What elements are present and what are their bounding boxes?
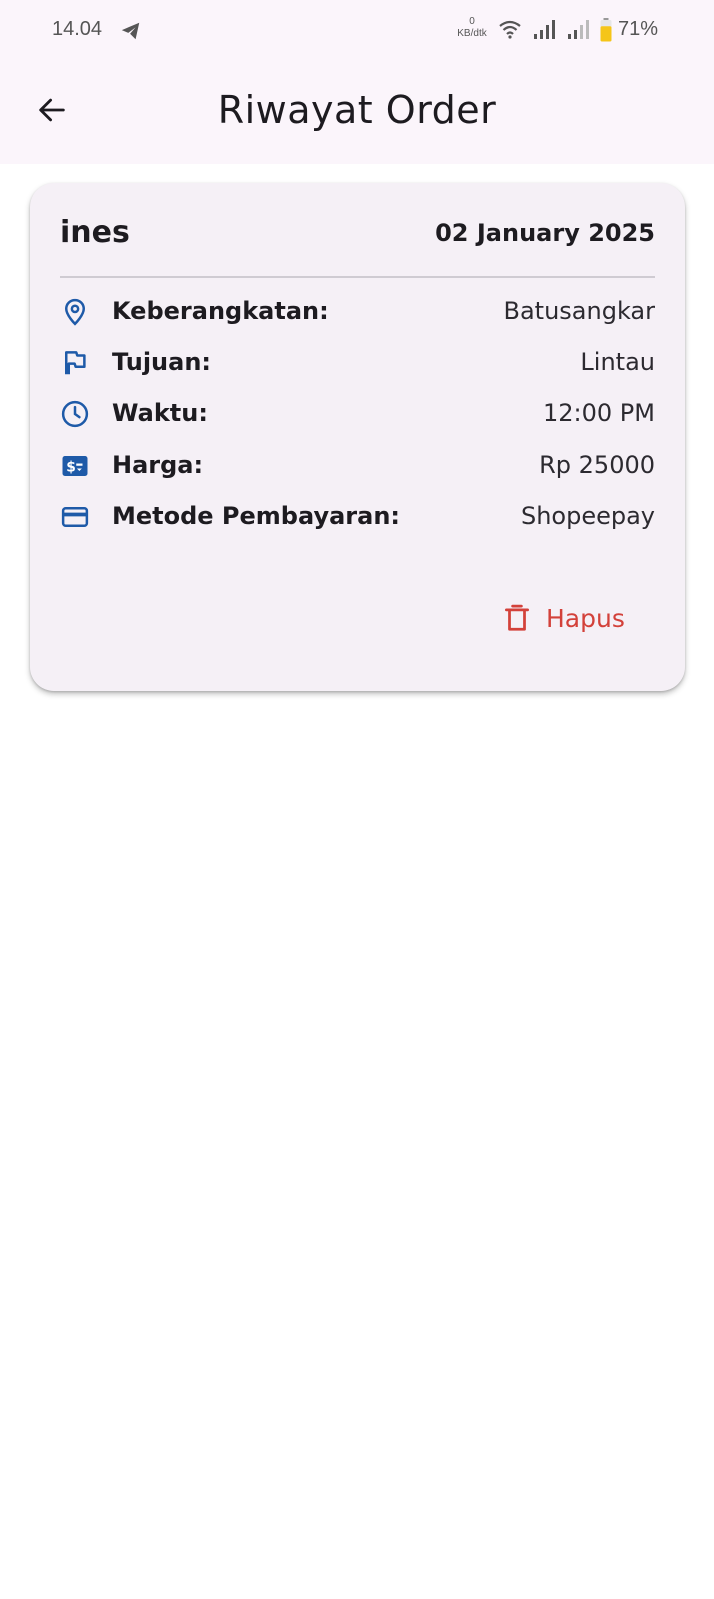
detail-row-destination: Tujuan: Lintau — [60, 342, 655, 382]
page-title: Riwayat Order — [217, 88, 497, 132]
wifi-icon — [499, 20, 521, 39]
price-tag-icon: $ — [62, 456, 88, 476]
order-customer-name: ines — [60, 215, 130, 250]
signal-icon-secondary — [568, 20, 589, 39]
network-speed: 0 KB/dtk — [450, 16, 494, 40]
clock-icon — [61, 400, 89, 428]
battery-percent: 71% — [618, 18, 659, 40]
status-time: 14.04 — [52, 18, 103, 40]
credit-card-icon — [61, 507, 89, 527]
detail-row-price: $ Harga: Rp 25000 — [60, 445, 655, 485]
signal-icon — [534, 20, 555, 39]
telegram-icon — [121, 22, 140, 40]
network-speed-value: 0 — [469, 16, 475, 27]
order-card: ines 02 January 2025 Keberangkatan: Batu… — [30, 183, 685, 691]
detail-label: Metode Pembayaran: — [112, 502, 400, 530]
screen: 14.04 0 KB/dtk 71% Riwayat Order ines 02… — [0, 0, 714, 1599]
detail-value: Shopeepay — [520, 502, 655, 530]
order-date: 02 January 2025 — [435, 219, 655, 247]
svg-text:$: $ — [66, 460, 76, 476]
detail-value: Batusangkar — [503, 297, 656, 325]
detail-value: Rp 25000 — [539, 451, 655, 479]
detail-row-payment-method: Metode Pembayaran: Shopeepay — [60, 496, 655, 536]
detail-label: Harga: — [112, 451, 204, 479]
detail-label: Tujuan: — [112, 348, 212, 376]
delete-button[interactable]: Hapus — [490, 593, 650, 643]
detail-label: Waktu: — [112, 399, 208, 427]
app-bar: Riwayat Order — [0, 62, 714, 164]
detail-value: Lintau — [580, 348, 655, 376]
battery-icon — [600, 18, 612, 42]
flag-icon — [65, 351, 86, 375]
divider — [60, 276, 655, 278]
detail-value: 12:00 PM — [543, 399, 655, 427]
delete-label: Hapus — [546, 603, 625, 633]
location-pin-icon — [64, 298, 86, 326]
detail-row-time: Waktu: 12:00 PM — [60, 393, 655, 433]
detail-label: Keberangkatan: — [112, 297, 329, 325]
detail-row-departure: Keberangkatan: Batusangkar — [60, 291, 655, 331]
network-speed-unit: KB/dtk — [457, 28, 487, 39]
trash-icon — [505, 604, 529, 631]
status-bar: 14.04 0 KB/dtk 71% — [0, 0, 714, 62]
